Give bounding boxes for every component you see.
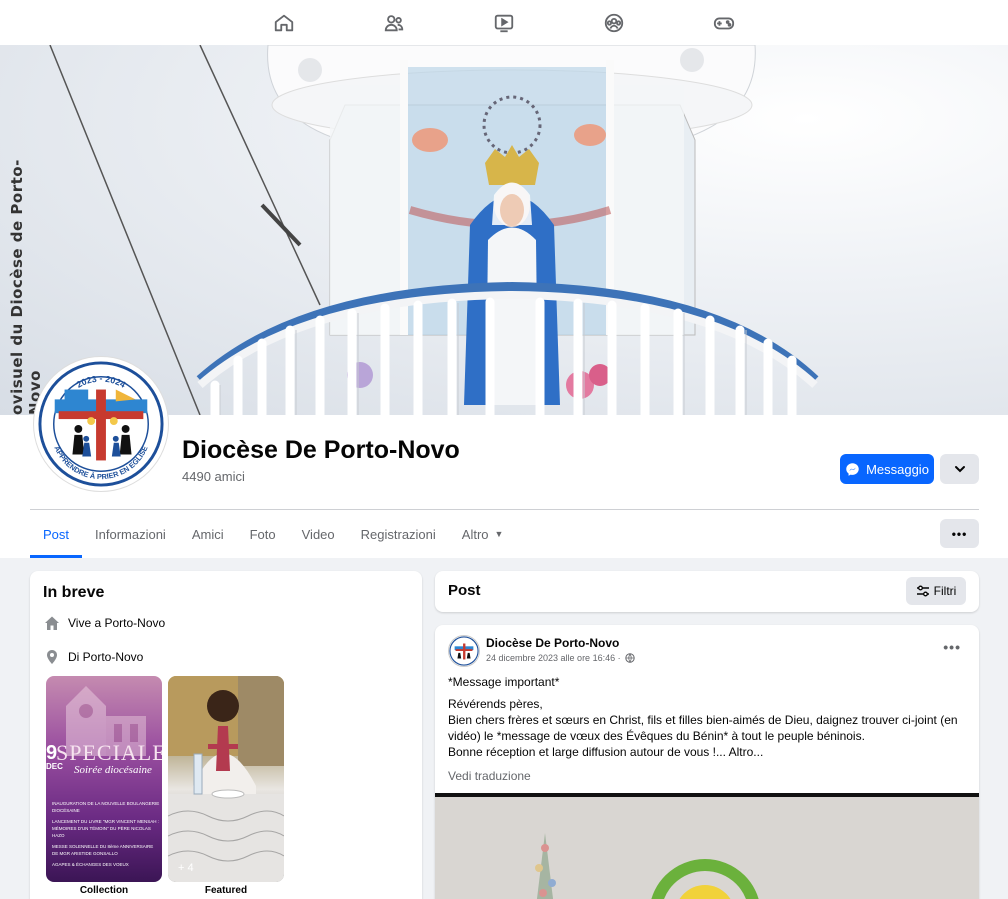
tab-post[interactable]: Post [30,510,83,558]
diocese-logo: 2023 - 2024 APPRENDRE À PRIER EN EGLISE [38,361,164,487]
gaming-icon [713,17,735,29]
post-line: *Message important* [448,675,560,689]
home-icon [274,14,294,31]
tab-altro[interactable]: Altro ▼ [449,510,517,558]
post-timestamp[interactable]: 24 dicembre 2023 alle ore 16:46 · [486,653,635,663]
message-button-label: Messaggio [866,461,929,477]
chevron-down-icon [954,466,965,473]
poster-subtitle: Soirée diocésaine [74,764,152,776]
more-photos-count: + 4 [178,862,194,874]
messenger-icon [846,462,859,476]
posts-title: Post [448,582,481,599]
top-navigation [0,0,1008,45]
featured-photo-thumb[interactable]: + 4 [168,676,284,882]
tab-label: Foto [249,526,276,542]
lives-in-text: Vive a Porto-Novo [68,616,166,630]
bishop-photo-illustration [168,676,284,882]
post-author-name[interactable]: Diocèse De Porto-Novo [486,636,619,650]
tabs-more-button[interactable]: ••• [940,519,979,548]
intro-card: In breve Vive a Porto-Novo Di Porto-Novo… [30,571,422,899]
profile-more-button[interactable] [940,454,979,484]
profile-tabs: Post Informazioni Amici Foto Video Regis… [30,510,516,558]
intro-title: In breve [43,584,105,601]
filter-button[interactable]: Filtri [906,577,966,605]
tab-label: Video [301,526,335,542]
post-options-button[interactable]: ••• [943,639,961,655]
poster-line: AGAPES & ÉCHANGES DES VOEUX [52,862,129,867]
tab-amici[interactable]: Amici [179,510,237,558]
posts-header-card: Post Filtri [435,571,979,612]
tab-label: Informazioni [95,526,166,542]
video-thumbnail [435,793,979,899]
page-title: Diocèse De Porto-Novo [182,436,460,464]
shrine-illustration [49,45,819,415]
message-button[interactable]: Messaggio [840,454,934,484]
friends-nav-button[interactable] [339,0,449,45]
see-translation-link[interactable]: Vedi traduzione [448,769,531,783]
from-text: Di Porto-Novo [68,650,144,664]
profile-avatar[interactable]: 2023 - 2024 APPRENDRE À PRIER EN EGLISE [34,357,168,491]
location-pin-icon [47,650,57,664]
tab-label: Altro [461,526,489,542]
post-video[interactable] [435,793,979,899]
intro-from: Di Porto-Novo [44,649,143,665]
video-nav-button[interactable] [449,0,559,45]
home-icon [45,616,59,630]
post-time-text: 24 dicembre 2023 alle ore 16:46 · [486,653,621,663]
video-icon [494,14,514,32]
filter-sliders-icon [916,585,929,597]
post-card: Diocèse De Porto-Novo 24 dicembre 2023 a… [435,625,979,899]
post-body: *Message important* Révérends pères, Bie… [448,674,968,760]
tab-label: Post [43,526,70,542]
tab-label: Registrazioni [360,526,436,542]
cover-side-text: ovisuel du Diocèse de Porto-Novo [8,159,44,415]
tab-video[interactable]: Video [289,510,348,558]
caret-down-icon: ▼ [494,529,504,539]
featured-collection-label: Collection [79,885,129,896]
cover-photo[interactable]: ovisuel du Diocèse de Porto-Novo [0,45,1008,415]
poster-line: INAUGURATION DE LA NOUVELLE BOULANGERIE … [52,801,160,813]
groups-icon [604,13,624,32]
filter-button-label: Filtri [933,584,957,598]
tab-foto[interactable]: Foto [237,510,289,558]
featured-photo-label: Featured [204,885,248,896]
poster-title: SPECIALE [56,740,162,765]
tab-registrazioni[interactable]: Registrazioni [348,510,449,558]
groups-nav-button[interactable] [559,0,669,45]
poster-line: MESSE SOLENNELLE DU 8ème ANNIVERSAIRE DE… [52,844,154,856]
diocese-logo [449,636,479,666]
post-author-avatar[interactable] [448,635,480,667]
gaming-nav-button[interactable] [669,0,779,45]
tab-label: Amici [191,526,224,542]
featured-collection-thumb[interactable]: 9 DEC SPECIALE Soirée diocésaine INAUGUR… [46,676,162,882]
poster-line: LANCEMENT DU LIVRE "MGR VINCENT MENSAH :… [52,819,159,838]
home-nav-button[interactable] [229,0,339,45]
post-line: Révérends pères, [448,697,543,711]
tab-informazioni[interactable]: Informazioni [82,510,179,558]
intro-lives-in: Vive a Porto-Novo [44,615,165,631]
globe-icon [624,653,635,663]
friends-icon [384,14,404,31]
friends-count-link[interactable]: 4490 amici [182,469,245,484]
post-line: Bien chers frères et sœurs en Christ, fi… [448,713,958,743]
poster-lines: INAUGURATION DE LA NOUVELLE BOULANGERIE … [52,800,160,868]
post-line: Bonne réception et large diffusion autou… [448,745,764,759]
